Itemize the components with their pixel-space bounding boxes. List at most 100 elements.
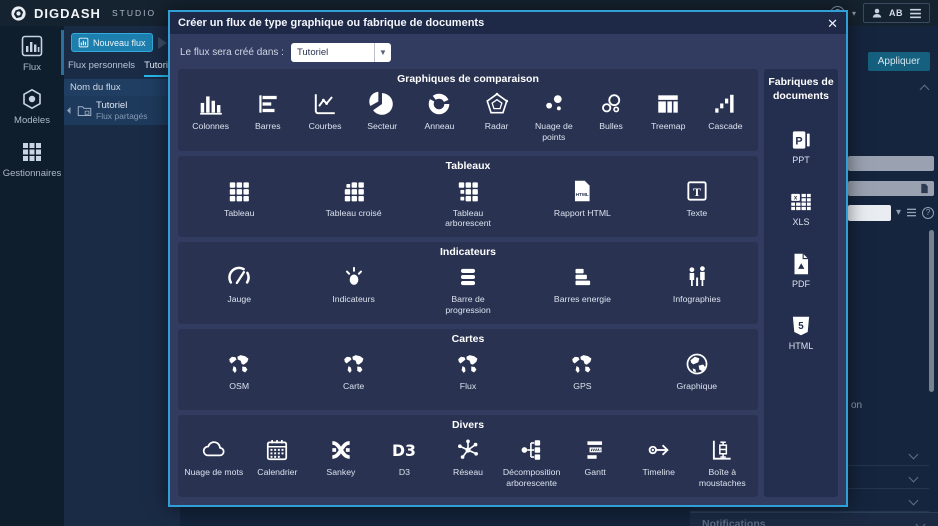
chevron-down-icon	[909, 450, 919, 460]
property-field[interactable]	[848, 181, 934, 196]
flux-type-label: Barre de progression	[436, 294, 500, 316]
flux-type-barres[interactable]: Barres	[239, 91, 296, 132]
flux-type-label: Timeline	[642, 467, 675, 478]
flux-type-label: Treemap	[651, 121, 685, 132]
target-folder-select[interactable]: Tutoriel ▼	[291, 43, 391, 62]
scrollbar-thumb[interactable]	[929, 230, 934, 392]
doc-factory-xls[interactable]: x XLS	[788, 189, 814, 227]
select-caret-icon: ▼	[374, 43, 391, 62]
timeline-icon	[646, 437, 672, 463]
flux-type-nuage-de-points[interactable]: Nuage de points	[525, 91, 582, 143]
flux-type-cascade[interactable]: Cascade	[697, 91, 754, 132]
flux-type-texte[interactable]: T Texte	[640, 178, 754, 219]
flux-type-timeline[interactable]: Timeline	[627, 437, 691, 478]
flux-type-reseau[interactable]: Réseau	[436, 437, 500, 478]
flux-type-sankey[interactable]: Sankey	[309, 437, 373, 478]
property-field[interactable]	[848, 156, 934, 171]
flux-type-tableau[interactable]: Tableau	[182, 178, 296, 219]
pie-chart-icon	[369, 91, 395, 117]
flux-type-label: Anneau	[424, 121, 454, 132]
ppt-doc-icon: P	[788, 127, 814, 153]
user-initials: AB	[889, 8, 903, 18]
flux-type-label: Radar	[485, 121, 509, 132]
flux-type-colonnes[interactable]: Colonnes	[182, 91, 239, 132]
flux-type-nuage-de-mots[interactable]: Nuage de mots	[182, 437, 246, 478]
sidebar-item-modeles[interactable]: Modèles	[0, 79, 64, 132]
world-map-icon	[226, 351, 252, 377]
expander-icon[interactable]	[67, 107, 74, 114]
doc-factory-html[interactable]: 5 HTML	[788, 313, 814, 351]
flux-tree-item[interactable]: Tutoriel Flux partagés	[64, 96, 180, 125]
sidebar-item-flux[interactable]: Flux	[0, 26, 64, 79]
flux-type-gantt[interactable]: Gantt	[563, 437, 627, 478]
flux-type-secteur[interactable]: Secteur	[354, 91, 411, 132]
flux-type-d3[interactable]: D3 D3	[373, 437, 437, 478]
flux-type-flux[interactable]: Flux	[411, 351, 525, 392]
flux-type-calendrier[interactable]: Calendrier	[246, 437, 310, 478]
flux-type-graphique[interactable]: Graphique	[640, 351, 754, 392]
flux-type-radar[interactable]: Radar	[468, 91, 525, 132]
flux-type-anneau[interactable]: Anneau	[411, 91, 468, 132]
hexagon-model-icon	[20, 87, 44, 111]
doc-factory-pdf[interactable]: PDF	[788, 251, 814, 289]
section-graphiques-de-comparaison: Graphiques de comparaison Colonnes Barre…	[178, 69, 758, 151]
doc-factory-ppt[interactable]: P PPT	[788, 127, 814, 165]
svg-text:5: 5	[798, 321, 804, 332]
flux-type-infographies[interactable]: Infographies	[640, 264, 754, 305]
boxplot-icon	[709, 437, 735, 463]
flux-type-courbes[interactable]: Courbes	[296, 91, 353, 132]
list-icon[interactable]	[906, 208, 917, 217]
flux-type-bulles[interactable]: Bulles	[582, 91, 639, 132]
user-menu[interactable]: AB	[863, 3, 930, 23]
dropdown-caret-icon[interactable]: ▾	[896, 208, 901, 218]
property-input[interactable]	[848, 205, 891, 221]
flux-type-label: Indicateurs	[332, 294, 375, 305]
section-title: Divers	[182, 419, 754, 431]
chart-button-icon	[78, 37, 89, 48]
svg-text:HTML: HTML	[576, 191, 589, 197]
menu-icon	[909, 8, 922, 19]
tree-item-title: Tutoriel	[96, 100, 148, 111]
close-icon[interactable]: ✕	[827, 17, 838, 30]
flux-type-indicateurs[interactable]: Indicateurs	[296, 264, 410, 305]
flux-type-jauge[interactable]: Jauge	[182, 264, 296, 305]
svg-text:D3: D3	[393, 441, 417, 460]
apply-button[interactable]: Appliquer	[868, 52, 930, 71]
sidebar-item-gestionnaires[interactable]: Gestionnaires	[0, 132, 64, 185]
table-cross-icon	[341, 178, 367, 204]
flux-type-boite-a-moustaches[interactable]: Boîte à moustaches	[691, 437, 755, 489]
brand-name: DIGDASH	[34, 6, 101, 21]
flux-type-tableau-arborescent[interactable]: Tableau arborescent	[411, 178, 525, 230]
flux-type-label: Tableau croisé	[326, 208, 382, 219]
donut-chart-icon	[426, 91, 452, 117]
flux-type-tableau-croise[interactable]: Tableau croisé	[296, 178, 410, 219]
play-button[interactable]	[158, 37, 167, 49]
doc-factory-title: Fabriques de documents	[764, 76, 838, 103]
flux-type-label: Nuage de points	[525, 121, 582, 143]
flux-type-decomposition-arborescente[interactable]: Décomposition arborescente	[500, 437, 564, 489]
help-small-icon[interactable]: ?	[922, 207, 934, 219]
section-divers: Divers Nuage de mots Calendrier Sankey D…	[178, 415, 758, 497]
flux-type-carte[interactable]: Carte	[296, 351, 410, 392]
help-caret-icon[interactable]: ▾	[852, 9, 856, 18]
new-flux-button[interactable]: Nouveau flux	[71, 33, 153, 52]
indicator-glow-icon	[341, 264, 367, 290]
world-map-icon	[569, 351, 595, 377]
flux-type-barres-energie[interactable]: Barres energie	[525, 264, 639, 305]
flux-type-barre-de-progression[interactable]: Barre de progression	[411, 264, 525, 316]
target-folder-label: Le flux sera créé dans :	[180, 47, 284, 58]
doc-factory-label: XLS	[792, 217, 809, 227]
html-report-icon: HTML	[569, 178, 595, 204]
flux-type-label: Gantt	[585, 467, 606, 478]
flux-type-gps[interactable]: GPS	[525, 351, 639, 392]
section-indicateurs: Indicateurs Jauge Indicateurs Barre de p…	[178, 242, 758, 324]
tab-flux-personnels[interactable]: Flux personnels	[68, 60, 135, 77]
flux-type-osm[interactable]: OSM	[182, 351, 296, 392]
collapse-up-icon[interactable]	[920, 85, 930, 95]
chevron-down-icon	[916, 520, 926, 526]
flux-type-rapport-html[interactable]: HTML Rapport HTML	[525, 178, 639, 219]
flux-type-treemap[interactable]: Treemap	[640, 91, 697, 132]
world-map-icon	[455, 351, 481, 377]
notifications-bar[interactable]: Notifications	[690, 512, 938, 526]
doc-factory-label: PPT	[792, 155, 810, 165]
